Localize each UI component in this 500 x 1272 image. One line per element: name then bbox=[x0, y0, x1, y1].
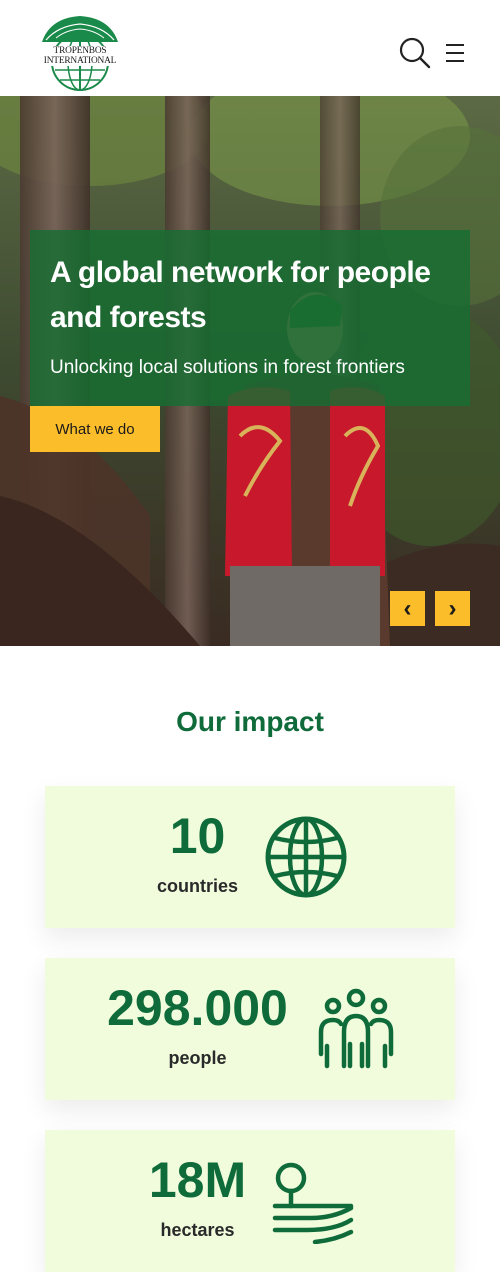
impact-card-countries: 10 countries bbox=[45, 786, 455, 928]
hero-caption-panel: A global network for people and forests … bbox=[30, 230, 470, 406]
impact-value: 298.000 bbox=[107, 980, 288, 1036]
what-we-do-button[interactable]: What we do bbox=[30, 406, 160, 452]
carousel-prev-button[interactable]: ‹ bbox=[390, 591, 425, 626]
site-header: TROPENBOS INTERNATIONAL bbox=[0, 0, 500, 96]
people-icon bbox=[318, 988, 394, 1069]
hero-title: A global network for people and forests bbox=[50, 256, 431, 334]
impact-card-people: 298.000 people bbox=[45, 958, 455, 1100]
hero-carousel: A global network for people and forests … bbox=[0, 96, 500, 646]
search-icon bbox=[399, 37, 431, 69]
menu-button[interactable] bbox=[440, 40, 468, 66]
hamburger-menu-icon bbox=[446, 44, 464, 62]
chevron-right-icon: › bbox=[448, 594, 457, 622]
impact-label: people bbox=[168, 1048, 227, 1068]
chevron-left-icon: ‹ bbox=[403, 594, 412, 622]
impact-heading: Our impact bbox=[176, 706, 324, 737]
search-button[interactable] bbox=[398, 36, 432, 70]
carousel-next-button[interactable]: › bbox=[435, 591, 470, 626]
impact-card-hectares: 18M hectares bbox=[45, 1130, 455, 1272]
landscape-tree-icon bbox=[272, 1162, 354, 1244]
logo-wordmark: TROPENBOS INTERNATIONAL bbox=[28, 46, 132, 66]
hero-subtitle: Unlocking local solutions in forest fron… bbox=[50, 357, 405, 378]
globe-icon bbox=[265, 816, 347, 898]
tropenbos-logo[interactable]: TROPENBOS INTERNATIONAL bbox=[28, 12, 132, 92]
